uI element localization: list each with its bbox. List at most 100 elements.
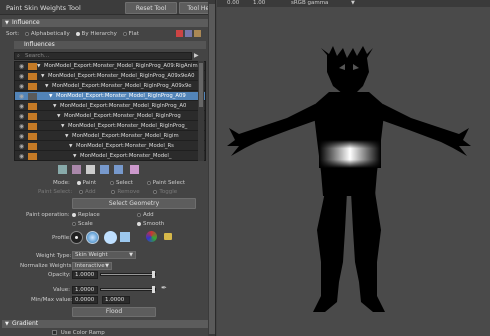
visibility-eye-icon[interactable]: ◉ [16,102,27,110]
operation-replace-radio[interactable]: Replace [72,212,100,218]
profile-gaussian-icon[interactable] [70,231,83,244]
visibility-eye-icon[interactable]: ◉ [16,92,27,100]
influence-list-item[interactable]: ◉ ▼ MonModel_Export:Monster_Model_Rigim [15,132,205,141]
influence-list-item[interactable]: ◉ ▼ MonModel_Export:Monster_Model_RigInPro… [15,72,205,81]
visibility-eye-icon[interactable]: ◉ [16,62,27,70]
influence-label: MonModel_Export:Monster_Model_Rigim [72,133,179,139]
visibility-eye-icon[interactable]: ◉ [16,82,27,90]
mirror-weights-icon[interactable] [130,165,139,174]
list-icon[interactable] [194,30,201,37]
collapse-arrow-icon: ▼ [5,321,9,327]
monster-silhouette [227,46,471,312]
tool-title: Paint Skin Weights Tool [6,4,81,12]
operation-add-radio[interactable]: Add [137,212,154,218]
influence-list-item[interactable]: ◉ ▼ MonModel_Export:Monster_Model_RigInPro… [15,122,205,131]
sort-alphabetically-radio[interactable]: Alphabetically [24,31,70,37]
expand-arrow-icon[interactable]: ▼ [57,112,60,120]
value-label: Value: [53,287,70,293]
search-arrow-icon[interactable]: ▶ [194,52,199,59]
paste-weights-icon[interactable] [72,165,81,174]
weight-hammer-icon[interactable] [86,165,95,174]
value-slider[interactable] [100,286,156,293]
3d-viewport[interactable]: 0.00 1.00 sRGB gamma ▼ [217,0,490,336]
influence-list-item[interactable]: ◉ ▼ MonModel_Export:Monster_Model_Rs [15,142,205,151]
opacity-field[interactable]: 1.0000 [72,271,98,279]
influence-list-scrollbar[interactable] [198,61,204,161]
grid-icon[interactable] [185,30,192,37]
profile-custom-icon[interactable] [146,231,157,242]
expand-arrow-icon[interactable]: ▼ [69,142,72,150]
expand-arrow-icon[interactable]: ▼ [53,102,56,110]
weight-type-dropdown[interactable]: Skin Weight ▼ [72,251,136,259]
expand-arrow-icon[interactable]: ▼ [41,72,44,80]
visibility-eye-icon[interactable]: ◉ [16,72,27,80]
visibility-eye-icon[interactable]: ◉ [16,112,27,120]
move-weights-icon[interactable] [100,165,109,174]
copy-weights-icon[interactable] [58,165,67,174]
show-influences-icon[interactable] [114,165,123,174]
monster-model[interactable] [217,0,490,336]
profile-square-icon[interactable] [120,232,130,242]
profile-soft-icon[interactable] [86,231,99,244]
profile-label: Profile: [52,235,71,241]
expand-arrow-icon[interactable]: ▼ [61,122,64,130]
expand-arrow-icon[interactable]: ▼ [73,152,76,160]
lock-icon[interactable] [28,93,37,100]
gradient-section-header[interactable]: ▼ Gradient [2,320,214,328]
mode-select-radio[interactable]: Select [109,180,133,186]
paint-select-remove-radio[interactable]: Remove [111,189,140,195]
mode-paint-radio[interactable]: Paint [76,180,96,186]
lock-icon[interactable] [28,73,37,80]
lock-icon[interactable] [28,103,37,110]
lock-icon[interactable] [28,113,37,120]
reset-tool-button[interactable]: Reset Tool [125,2,177,14]
browse-folder-icon[interactable] [164,233,172,240]
value-field[interactable]: 1.0000 [72,286,98,294]
visibility-eye-icon[interactable]: ◉ [16,142,27,150]
paint-select-add-radio[interactable]: Add [78,189,96,195]
visibility-eye-icon[interactable]: ◉ [16,152,27,160]
use-color-ramp-checkbox[interactable]: Use Color Ramp [52,330,105,336]
influence-list-item[interactable]: ◉ ▼ MonModel_Export:Monster_Model_RigInPro… [15,62,205,71]
visibility-eye-icon[interactable]: ◉ [16,132,27,140]
visibility-eye-icon[interactable]: ◉ [16,122,27,130]
min-value-field[interactable]: 0.0000 [72,296,98,304]
max-value-field[interactable]: 1.0000 [102,296,130,304]
normalize-dropdown[interactable]: Interactive ▼ [72,262,112,270]
influence-list-item[interactable]: ◉ ▼ MonModel_Export:Monster_Model_RigInPro… [15,82,205,91]
paint-select-toggle-radio[interactable]: Toggle [153,189,177,195]
sort-hierarchy-radio[interactable]: By Hierarchy [75,31,117,37]
expand-arrow-icon[interactable]: ▼ [45,82,48,90]
expand-arrow-icon[interactable]: ▼ [65,132,68,140]
filter-icon[interactable] [176,30,183,37]
influence-section-header[interactable]: ▼ Influence [2,19,214,27]
lock-icon[interactable] [28,143,37,150]
opacity-slider[interactable] [100,271,156,278]
operation-scale-radio[interactable]: Scale [72,221,93,227]
operation-smooth-radio[interactable]: Smooth [137,221,164,227]
influence-search-input[interactable]: ⌕ Search... [14,52,192,60]
influence-list[interactable]: ◉ ▼ MonModel_Export:Monster_Model_RigInPro… [14,61,206,161]
panel-scrollbar[interactable] [208,0,215,336]
profile-solid-icon[interactable] [104,231,117,244]
lock-icon[interactable] [28,133,37,140]
lock-icon[interactable] [28,83,37,90]
select-geometry-button[interactable]: Select Geometry [72,198,196,209]
chevron-down-icon: ▼ [105,263,109,269]
sort-flat-radio[interactable]: Flat [122,31,139,37]
search-icon: ⌕ [17,53,20,59]
tool-titlebar: Paint Skin Weights Tool Reset Tool Tool … [0,0,215,15]
opacity-label: Opacity: [48,272,71,278]
flood-button[interactable]: Flood [72,307,156,317]
influence-list-item[interactable]: ◉ ▼ MonModel_Export:Monster_Model_ [15,152,205,160]
expand-arrow-icon[interactable]: ▼ [49,92,52,100]
lock-icon[interactable] [28,63,37,70]
influence-list-item[interactable]: ◉ ▼ MonModel_Export:Monster_Model_RigInPro… [15,102,205,111]
influence-list-item[interactable]: ◉ ▼ MonModel_Export:Monster_Model_RigInPro… [15,112,205,121]
lock-icon[interactable] [28,123,37,130]
expand-arrow-icon[interactable]: ▼ [37,62,40,70]
mode-paint-select-radio[interactable]: Paint Select [146,180,185,186]
eyedropper-icon[interactable]: ✒ [161,284,167,292]
influence-list-item[interactable]: ◉ ▼ MonModel_Export:Monster_Model_RigInPro… [15,92,205,101]
lock-icon[interactable] [28,153,37,160]
